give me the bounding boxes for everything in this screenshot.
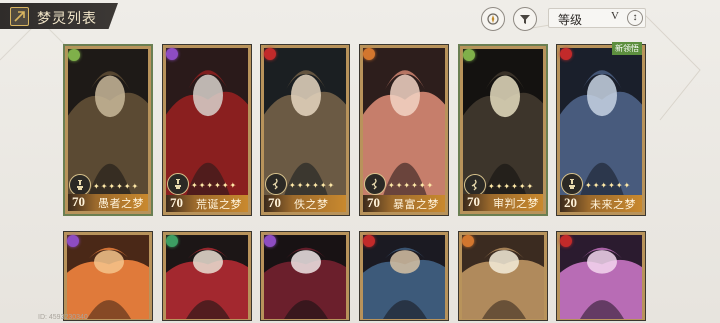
- character-portrait: [462, 235, 544, 319]
- character-card[interactable]: ✦✦✦✦✦✦ 20 未来之梦 新领悟: [556, 42, 646, 216]
- character-portrait: [166, 235, 248, 319]
- element-gem-icon: [166, 48, 178, 60]
- star-rating: ✦✦✦✦✦✦: [585, 181, 632, 190]
- card-art: [363, 235, 445, 319]
- card-name: 愚者之梦: [98, 198, 144, 210]
- card-level: 70: [170, 195, 183, 210]
- character-portrait: [264, 235, 346, 319]
- card-footer: 20 未来之梦: [560, 195, 642, 212]
- element-gem-icon: [363, 48, 375, 60]
- sort-dropdown[interactable]: 等级 V ↕: [548, 8, 646, 28]
- character-card[interactable]: [458, 231, 548, 321]
- element-gem-icon: [560, 235, 572, 247]
- card-name: 暴富之梦: [393, 199, 439, 211]
- filter-button[interactable]: [513, 7, 537, 31]
- compass-icon: [487, 13, 499, 25]
- card-art: [560, 235, 642, 319]
- back-arrow-icon[interactable]: [10, 7, 29, 26]
- card-level: 70: [367, 195, 380, 210]
- element-gem-icon: [68, 49, 80, 61]
- star-rating: ✦✦✦✦✦✦: [488, 182, 535, 191]
- element-gem-icon: [67, 235, 79, 247]
- star-rating: ✦✦✦✦✦✦: [191, 181, 238, 190]
- character-portrait: [363, 235, 445, 319]
- star-rating: ✦✦✦✦✦✦: [93, 182, 140, 191]
- character-card[interactable]: ✦✦✦✦✦✦ 70 愚者之梦: [63, 44, 153, 216]
- title-plate[interactable]: 梦灵列表: [0, 3, 118, 29]
- card-art: [264, 235, 346, 319]
- card-name: 审判之梦: [493, 198, 539, 210]
- character-card[interactable]: [162, 231, 252, 321]
- character-card[interactable]: ✦✦✦✦✦✦ 70 佚之梦: [260, 44, 350, 216]
- element-gem-icon: [462, 235, 474, 247]
- card-name: 未来之梦: [590, 199, 636, 211]
- character-card[interactable]: [556, 231, 646, 321]
- element-gem-icon: [264, 235, 276, 247]
- element-gem-icon: [264, 48, 276, 60]
- card-footer: 70 荒诞之梦: [166, 195, 248, 212]
- sort-direction-icon[interactable]: ↕: [627, 10, 643, 26]
- card-footer: 70 审判之梦: [463, 194, 543, 211]
- page-title: 梦灵列表: [37, 12, 97, 27]
- knight-icon: [69, 174, 91, 196]
- card-level: 20: [564, 195, 577, 210]
- star-rating: ✦✦✦✦✦✦: [388, 181, 435, 190]
- chevron-down-icon: V: [611, 10, 619, 22]
- element-gem-icon: [363, 235, 375, 247]
- element-gem-icon: [463, 49, 475, 61]
- character-portrait: [67, 235, 149, 319]
- card-level: 70: [268, 195, 281, 210]
- card-art: [166, 235, 248, 319]
- runner-icon: [364, 173, 386, 195]
- sort-selected-value: 等级: [558, 13, 583, 27]
- knight-icon: [167, 173, 189, 195]
- new-tag: 新领悟: [612, 42, 642, 55]
- character-card[interactable]: [260, 231, 350, 321]
- element-gem-icon: [166, 235, 178, 247]
- character-card[interactable]: ✦✦✦✦✦✦ 70 荒诞之梦: [162, 44, 252, 216]
- character-card[interactable]: [359, 231, 449, 321]
- card-footer: 70 佚之梦: [264, 195, 346, 212]
- star-rating: ✦✦✦✦✦✦: [289, 181, 336, 190]
- runner-icon: [464, 174, 486, 196]
- card-level: 70: [467, 194, 480, 209]
- filter-icon: [520, 15, 530, 24]
- card-level: 70: [72, 194, 85, 209]
- card-footer: 70 暴富之梦: [363, 195, 445, 212]
- compass-button[interactable]: [481, 7, 505, 31]
- card-footer: 70 愚者之梦: [68, 194, 148, 211]
- character-portrait: [560, 235, 642, 319]
- element-gem-icon: [560, 48, 572, 60]
- knight-icon: [561, 173, 583, 195]
- character-card[interactable]: ✦✦✦✦✦✦ 70 暴富之梦: [359, 44, 449, 216]
- character-card[interactable]: [63, 231, 153, 321]
- character-card[interactable]: ✦✦✦✦✦✦ 70 审判之梦: [458, 44, 548, 216]
- card-art: [462, 235, 544, 319]
- card-art: [67, 235, 149, 319]
- runner-icon: [265, 173, 287, 195]
- card-name: 佚之梦: [294, 199, 329, 211]
- user-id: ID: 4593230340: [38, 314, 88, 321]
- card-name: 荒诞之梦: [196, 199, 242, 211]
